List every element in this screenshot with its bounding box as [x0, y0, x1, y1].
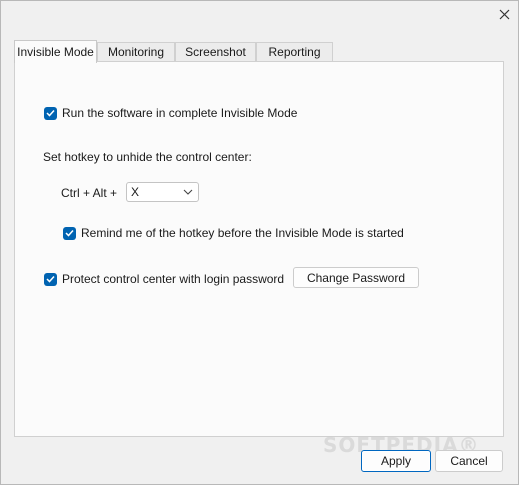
tab-monitoring[interactable]: Monitoring	[97, 42, 175, 61]
protect-password-label: Protect control center with login passwo…	[62, 272, 285, 286]
apply-button[interactable]: Apply	[361, 450, 431, 472]
hotkey-key-select[interactable]: X	[126, 182, 199, 202]
hotkey-key-value: X	[131, 185, 140, 199]
settings-window: Invisible Mode Monitoring Screenshot Rep…	[0, 0, 519, 485]
checkmark-icon	[65, 229, 74, 237]
cancel-button[interactable]: Cancel	[435, 450, 503, 472]
protect-password-checkbox[interactable]	[44, 272, 57, 286]
run-invisible-label: Run the software in complete Invisible M…	[62, 106, 298, 120]
tab-reporting[interactable]: Reporting	[256, 42, 333, 61]
run-invisible-checkbox[interactable]	[44, 106, 57, 120]
tab-label: Monitoring	[107, 45, 165, 59]
hotkey-prefix: Ctrl + Alt +	[61, 186, 118, 200]
close-button[interactable]	[493, 3, 515, 25]
remind-hotkey-label: Remind me of the hotkey before the Invis…	[81, 226, 404, 240]
close-icon	[499, 9, 509, 19]
change-password-button[interactable]: Change Password	[293, 267, 419, 288]
tab-invisible-mode[interactable]: Invisible Mode	[14, 40, 97, 63]
chevron-down-icon	[183, 189, 193, 195]
tab-label: Screenshot	[185, 45, 246, 59]
tab-label: Reporting	[268, 45, 321, 59]
tab-label: Invisible Mode	[17, 45, 94, 59]
remind-hotkey-option[interactable]: Remind me of the hotkey before the Invis…	[63, 226, 404, 240]
tab-screenshot[interactable]: Screenshot	[175, 42, 256, 61]
checkmark-icon	[46, 109, 55, 117]
protect-password-option[interactable]: Protect control center with login passwo…	[44, 272, 284, 286]
checkmark-icon	[46, 275, 55, 283]
hotkey-heading: Set hotkey to unhide the control center:	[43, 150, 252, 164]
remind-hotkey-checkbox[interactable]	[63, 226, 76, 240]
run-invisible-option[interactable]: Run the software in complete Invisible M…	[44, 106, 297, 120]
